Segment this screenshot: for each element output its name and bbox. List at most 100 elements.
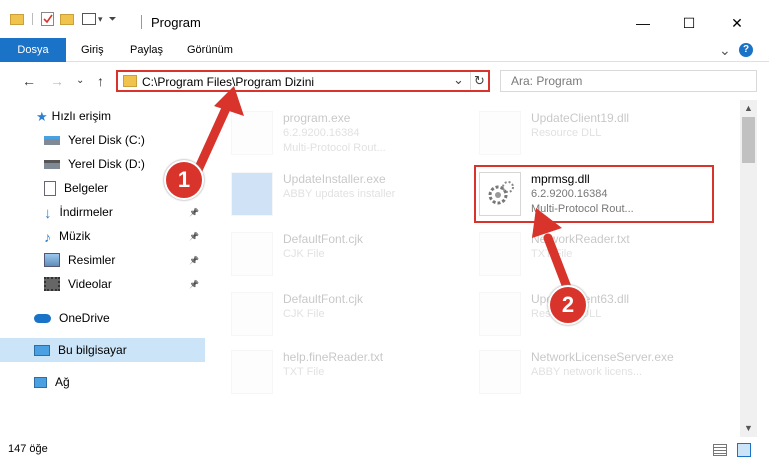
vertical-scrollbar[interactable]: ▲ ▼ bbox=[740, 100, 757, 437]
file-name: UpdateClient19.dll bbox=[531, 111, 630, 125]
file-item[interactable]: UpdateClient19.dll Resource DLL bbox=[475, 105, 710, 163]
sidebar-item-label: Belgeler bbox=[64, 181, 109, 195]
pin-icon[interactable]: 📌 bbox=[189, 256, 199, 265]
chevron-down-icon[interactable]: ▾ bbox=[98, 14, 103, 25]
minimize-button[interactable]: — bbox=[620, 8, 666, 38]
sidebar-item-pictures[interactable]: Resimler 📌 bbox=[0, 248, 205, 272]
disk-icon bbox=[44, 135, 60, 145]
download-icon: ↓ bbox=[44, 205, 52, 222]
search-input[interactable]: Ara: Program bbox=[500, 70, 757, 92]
tab-file[interactable]: Dosya bbox=[0, 38, 66, 62]
blank-file-icon bbox=[231, 350, 273, 394]
file-list: program.exe 6.2.9200.16384 Multi-Protoco… bbox=[205, 100, 740, 437]
file-type: CJK File bbox=[283, 308, 325, 320]
navigation-pane: ★ Hızlı erişim Yerel Disk (C:) Yerel Dis… bbox=[0, 100, 205, 437]
cloud-icon bbox=[34, 313, 51, 323]
tab-share[interactable]: Paylaş bbox=[130, 38, 163, 62]
file-name: DefaultFont.cjk bbox=[283, 292, 364, 306]
sidebar-item-label: Müzik bbox=[59, 229, 91, 243]
item-count: 147 öğe bbox=[8, 443, 48, 455]
up-button[interactable]: ↑ bbox=[97, 73, 104, 89]
back-button[interactable]: ← bbox=[22, 73, 36, 89]
large-icons-view-icon[interactable] bbox=[737, 443, 751, 457]
address-path: C:\Program Files\Program Dizini bbox=[142, 75, 315, 89]
help-icon[interactable]: ? bbox=[739, 43, 753, 57]
address-divider bbox=[470, 72, 471, 90]
file-name: program.exe bbox=[283, 111, 351, 125]
status-bar: 147 öğe bbox=[0, 437, 769, 475]
star-icon: ★ bbox=[36, 109, 48, 124]
tab-view[interactable]: Görünüm bbox=[187, 38, 233, 62]
sidebar-item-videos[interactable]: Videolar 📌 bbox=[0, 272, 205, 296]
file-name: help.fineReader.txt bbox=[283, 350, 384, 364]
file-name: NetworkLicenseServer.exe bbox=[531, 350, 674, 364]
scroll-down-button[interactable]: ▼ bbox=[740, 420, 757, 437]
sidebar-item-network[interactable]: Ağ bbox=[0, 370, 205, 394]
gear-file-icon bbox=[479, 292, 521, 336]
new-folder-icon[interactable] bbox=[60, 13, 74, 25]
file-item[interactable]: UpdateClient63.dll Resource DLL bbox=[475, 286, 710, 344]
sidebar-item-downloads[interactable]: ↓ İndirmeler 📌 bbox=[0, 200, 205, 224]
tab-home[interactable]: Giriş bbox=[81, 38, 104, 62]
sidebar-item-music[interactable]: ♪ Müzik 📌 bbox=[0, 224, 205, 248]
sidebar-item-label: Hızlı erişim bbox=[51, 109, 111, 123]
recent-locations-button[interactable]: ⌄ bbox=[76, 75, 84, 86]
file-item[interactable]: NetworkReader.txt TXT File bbox=[475, 226, 710, 284]
sidebar-item-onedrive[interactable]: OneDrive bbox=[0, 306, 205, 330]
address-bar[interactable]: C:\Program Files\Program Dizini ⌄ ↻ bbox=[116, 70, 490, 92]
file-item[interactable]: program.exe 6.2.9200.16384 Multi-Protoco… bbox=[227, 105, 462, 163]
file-type: ABBY network licens... bbox=[531, 366, 643, 378]
file-type: ABBY updates installer bbox=[283, 188, 396, 200]
view-icon[interactable] bbox=[82, 13, 96, 25]
forward-button[interactable]: → bbox=[50, 73, 64, 89]
pin-icon[interactable]: 📌 bbox=[189, 208, 199, 217]
details-view-icon[interactable] bbox=[713, 444, 727, 456]
window-title: Program bbox=[151, 15, 201, 30]
pin-icon[interactable]: 📌 bbox=[189, 280, 199, 289]
sidebar-item-quick-access[interactable]: ★ Hızlı erişim bbox=[0, 104, 205, 128]
refresh-button[interactable]: ↻ bbox=[474, 73, 485, 89]
address-dropdown-button[interactable]: ⌄ bbox=[453, 72, 464, 88]
file-name: DefaultFont.cjk bbox=[283, 232, 364, 246]
pin-icon[interactable]: 📌 bbox=[189, 232, 199, 241]
expand-ribbon-icon[interactable]: ⌄ bbox=[719, 38, 731, 62]
disk-icon bbox=[44, 159, 60, 169]
scroll-thumb[interactable] bbox=[742, 117, 755, 163]
file-type: Resource DLL bbox=[531, 127, 602, 139]
file-item[interactable]: UpdateInstaller.exe ABBY updates install… bbox=[227, 166, 462, 224]
file-item[interactable]: NetworkLicenseServer.exe ABBY network li… bbox=[475, 344, 710, 402]
scroll-up-button[interactable]: ▲ bbox=[740, 100, 757, 117]
sidebar-item-this-pc[interactable]: Bu bilgisayar bbox=[0, 338, 205, 362]
file-highlight-box bbox=[474, 165, 714, 223]
pictures-icon bbox=[44, 253, 60, 267]
exe-icon bbox=[231, 111, 273, 155]
folder-icon[interactable] bbox=[10, 13, 24, 25]
close-button[interactable]: ✕ bbox=[714, 8, 760, 38]
sidebar-item-label: Yerel Disk (D:) bbox=[68, 157, 145, 171]
file-item[interactable]: DefaultFont.cjk CJK File bbox=[227, 286, 462, 344]
sidebar-item-disk-c[interactable]: Yerel Disk (C:) bbox=[0, 128, 205, 152]
file-item[interactable]: DefaultFont.cjk CJK File bbox=[227, 226, 462, 284]
file-version: 6.2.9200.16384 bbox=[283, 127, 360, 139]
music-icon: ♪ bbox=[44, 229, 51, 245]
computer-icon bbox=[34, 344, 50, 356]
customize-toolbar-icon[interactable]: ⏷ bbox=[109, 14, 117, 25]
sidebar-item-label: Bu bilgisayar bbox=[58, 343, 127, 357]
sidebar-item-label: İndirmeler bbox=[59, 205, 113, 219]
sidebar-item-label: Ağ bbox=[55, 375, 70, 389]
navigation-bar: ← → ⌄ ↑ C:\Program Files\Program Dizini … bbox=[0, 62, 769, 100]
sidebar-item-label: Videolar bbox=[68, 277, 112, 291]
properties-icon[interactable] bbox=[41, 12, 54, 26]
title-bar: ▾ ⏷ Program — ☐ ✕ bbox=[0, 0, 769, 38]
blank-file-icon bbox=[231, 232, 273, 276]
maximize-button[interactable]: ☐ bbox=[666, 8, 712, 38]
file-item[interactable]: help.fineReader.txt TXT File bbox=[227, 344, 462, 402]
file-name: UpdateInstaller.exe bbox=[283, 172, 386, 186]
separator bbox=[32, 13, 33, 25]
sidebar-item-label: Resimler bbox=[68, 253, 116, 267]
file-type: TXT File bbox=[531, 248, 573, 260]
network-icon bbox=[34, 376, 47, 388]
callout-1: 1 bbox=[164, 160, 204, 200]
exe-icon bbox=[479, 350, 521, 394]
gear-file-icon bbox=[479, 111, 521, 155]
